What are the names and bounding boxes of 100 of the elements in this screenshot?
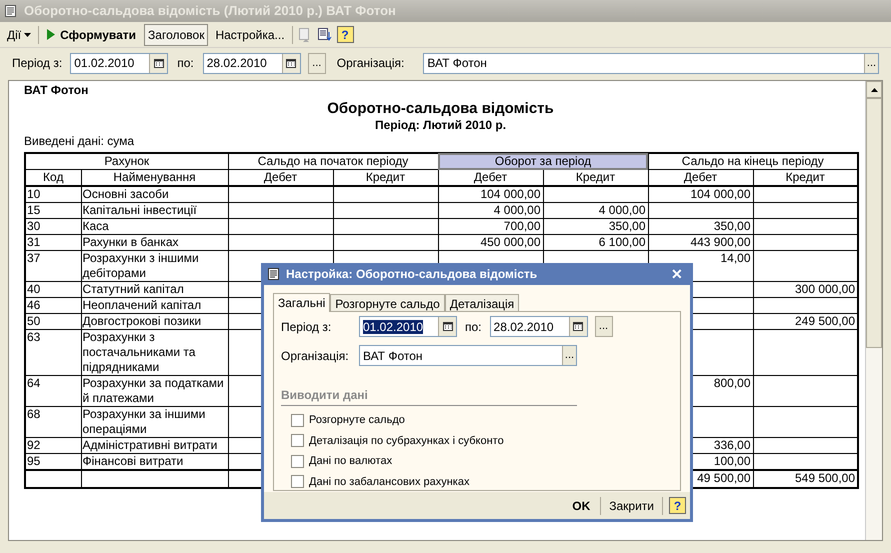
table-cell: Капітальні інвестиції bbox=[81, 202, 228, 218]
table-cell: 4 000,00 bbox=[438, 202, 543, 218]
calendar-button[interactable] bbox=[568, 317, 587, 336]
table-cell: 50 bbox=[25, 314, 81, 330]
company-name: ВАТ Фотон bbox=[24, 83, 90, 97]
close-button[interactable]: ✕ bbox=[667, 264, 687, 284]
table-cell: Каса bbox=[81, 218, 228, 234]
table-cell: 4 000,00 bbox=[543, 202, 648, 218]
date-value: 28.02.2010 bbox=[206, 55, 268, 72]
checkbox-label: Деталізація по субрахунках і субконто bbox=[309, 434, 504, 448]
calendar-button[interactable] bbox=[149, 54, 168, 72]
column-header: Кредит bbox=[333, 170, 438, 186]
column-group-header: Рахунок bbox=[25, 153, 228, 170]
play-icon bbox=[47, 29, 56, 40]
organization-label: Організація: bbox=[281, 348, 350, 364]
tab[interactable]: Загальні bbox=[273, 293, 330, 312]
table-cell: 104 000,00 bbox=[438, 186, 543, 202]
select-button[interactable]: ... bbox=[562, 346, 576, 365]
table-cell: 10 bbox=[25, 186, 81, 202]
column-header: Код bbox=[25, 170, 81, 186]
date-field[interactable]: 28.02.2010 bbox=[202, 52, 301, 74]
organization-field[interactable]: ВАТ Фотон ... bbox=[359, 345, 577, 366]
checkbox-label: Розгорнуте сальдо bbox=[309, 413, 405, 428]
checkbox[interactable] bbox=[291, 454, 304, 468]
caret-icon bbox=[24, 32, 32, 36]
section-heading: Виводити дані bbox=[281, 386, 577, 406]
table-cell: 15 bbox=[25, 202, 81, 218]
report-period: Період: Лютий 2010 р. bbox=[374, 118, 508, 132]
column-header: Кредит bbox=[753, 170, 858, 186]
organization-value: ВАТ Фотон bbox=[362, 348, 424, 364]
table-cell: 350,00 bbox=[648, 218, 754, 234]
date-field[interactable]: 01.02.2010 bbox=[359, 316, 457, 337]
select-button[interactable]: ... bbox=[864, 54, 878, 72]
table-cell: 37 bbox=[25, 250, 81, 282]
organization-label: Організація: bbox=[336, 55, 404, 72]
calendar-icon bbox=[154, 58, 164, 68]
table-cell: 31 bbox=[25, 234, 81, 250]
vertical-scrollbar[interactable] bbox=[865, 81, 882, 540]
actions-menu[interactable]: Дії bbox=[4, 26, 34, 44]
select-button[interactable]: ... bbox=[308, 52, 326, 74]
date-value: 01.02.2010 bbox=[362, 318, 424, 336]
tab[interactable]: Розгорнуте сальдо bbox=[330, 294, 445, 311]
table-cell: 443 900,00 bbox=[648, 234, 754, 250]
date-value: 28.02.2010 bbox=[492, 318, 555, 336]
help-button[interactable]: ? bbox=[669, 497, 686, 514]
table-cell: Розрахунки з іншими дебіторами bbox=[81, 250, 228, 282]
help-button[interactable]: ? bbox=[336, 26, 354, 43]
column-group-header: Сальдо на кінець періоду bbox=[648, 153, 858, 170]
table-cell: Довгострокові позики bbox=[81, 314, 228, 330]
report-info: Виведені дані: сума bbox=[24, 134, 136, 148]
tab[interactable]: Деталізація bbox=[444, 294, 520, 311]
checkbox[interactable] bbox=[291, 414, 304, 427]
report-title: Оборотно-сальдова відомість bbox=[326, 100, 555, 118]
period-to-label: по: bbox=[465, 318, 482, 336]
checkbox-label: Дані по забалансових рахунках bbox=[309, 474, 470, 490]
table-cell: 300 000,00 bbox=[753, 282, 858, 298]
checkbox[interactable] bbox=[291, 475, 304, 488]
table-cell: Адміністративні витрати bbox=[81, 438, 228, 454]
table-cell: Статутний капітал bbox=[81, 282, 228, 298]
dialog-title: Настройка: Оборотно-сальдова відомість bbox=[286, 266, 538, 283]
calendar-icon bbox=[442, 322, 452, 331]
column-group-header: Оборот за період bbox=[438, 153, 648, 170]
checkbox-label: Дані по валютах bbox=[309, 454, 392, 469]
ok-button[interactable]: OK bbox=[568, 496, 594, 514]
table-cell: Неоплачений капітал bbox=[81, 298, 228, 314]
calendar-button[interactable] bbox=[438, 317, 456, 336]
table-cell: 350,00 bbox=[543, 218, 648, 234]
column-header: Дебет bbox=[228, 170, 333, 186]
table-cell: Основні засоби bbox=[81, 186, 228, 202]
calendar-icon bbox=[286, 58, 296, 68]
table-cell: 700,00 bbox=[438, 218, 543, 234]
arrow-up-icon bbox=[870, 88, 878, 92]
settings-button[interactable]: Настройка... bbox=[212, 24, 288, 46]
select-button[interactable]: ... bbox=[594, 316, 613, 337]
document-icon bbox=[4, 4, 18, 18]
checkbox[interactable] bbox=[291, 434, 304, 448]
document-icon bbox=[267, 267, 281, 281]
calendar-icon bbox=[573, 322, 584, 331]
organization-field[interactable]: ВАТ Фотон ... bbox=[423, 52, 879, 74]
column-group-header: Сальдо на початок періоду bbox=[228, 153, 438, 170]
period-to-label: по: bbox=[177, 55, 194, 72]
table-cell: 104 000,00 bbox=[648, 186, 754, 202]
period-from-label: Період з: bbox=[281, 318, 332, 336]
scrollbar-thumb[interactable] bbox=[866, 98, 882, 348]
header-toggle-button[interactable]: Заголовок bbox=[144, 24, 208, 46]
date-value: 01.02.2010 bbox=[73, 55, 136, 72]
table-cell: Фінансові витрати bbox=[81, 454, 228, 470]
table-cell: 450 000,00 bbox=[438, 234, 543, 250]
table-cell: 63 bbox=[25, 330, 81, 376]
column-header: Дебет bbox=[648, 170, 754, 186]
generate-button[interactable]: Сформувати bbox=[43, 26, 140, 44]
table-cell: Розрахунки за іншими операціями bbox=[81, 406, 228, 438]
calendar-button[interactable] bbox=[282, 54, 300, 72]
table-cell: 40 bbox=[25, 282, 81, 298]
table-cell: Рахунки в банках bbox=[81, 234, 228, 250]
close-dialog-button[interactable]: Закрити bbox=[607, 496, 656, 514]
date-field[interactable]: 01.02.2010 bbox=[70, 52, 168, 74]
date-field[interactable]: 28.02.2010 bbox=[490, 316, 588, 337]
table-cell: 46 bbox=[25, 298, 81, 314]
table-cell: 30 bbox=[25, 218, 81, 234]
